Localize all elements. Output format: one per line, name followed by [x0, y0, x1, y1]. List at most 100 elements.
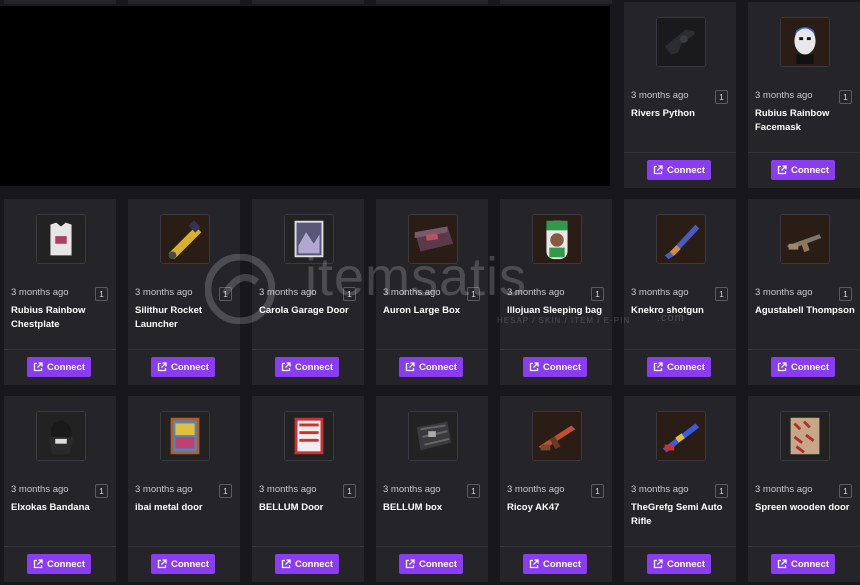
connect-button-label: Connect	[543, 558, 581, 570]
item-name: Knekro shotgun	[631, 305, 704, 316]
card-edge	[4, 0, 116, 4]
item-thumbnail	[532, 214, 582, 264]
connect-button[interactable]: Connect	[771, 554, 835, 574]
connect-button[interactable]: Connect	[647, 357, 711, 377]
card-divider	[4, 349, 116, 350]
item-thumbnail	[36, 214, 86, 264]
item-quantity-badge: 1	[839, 287, 852, 301]
connect-button[interactable]: Connect	[151, 554, 215, 574]
external-link-icon	[405, 362, 415, 372]
external-link-icon	[33, 559, 43, 569]
connect-button-label: Connect	[667, 558, 705, 570]
card-divider	[748, 546, 860, 547]
item-time: 3 months ago	[507, 287, 565, 298]
card-edge	[500, 0, 612, 4]
connect-button[interactable]: Connect	[275, 554, 339, 574]
item-name: Illojuan Sleeping bag	[507, 305, 603, 316]
connect-button-label: Connect	[791, 164, 829, 176]
metal-door-icon	[161, 412, 209, 460]
item-thumbnail	[284, 214, 334, 264]
card-divider	[500, 349, 612, 350]
item-time: 3 months ago	[755, 90, 813, 101]
card-edge	[252, 0, 364, 4]
item-time: 3 months ago	[259, 484, 317, 495]
connect-button[interactable]: Connect	[151, 357, 215, 377]
item-card: 3 months ago 1 ibai metal door Connect	[128, 396, 240, 582]
black-overlay	[0, 6, 610, 186]
external-link-icon	[777, 165, 787, 175]
external-link-icon	[405, 559, 415, 569]
connect-button[interactable]: Connect	[771, 357, 835, 377]
item-thumbnail	[408, 411, 458, 461]
item-quantity-badge: 1	[95, 484, 108, 498]
item-card: 3 months ago 1 Agustabell Thompson Conne…	[748, 199, 860, 385]
connect-button[interactable]: Connect	[523, 357, 587, 377]
item-time: 3 months ago	[135, 287, 193, 298]
item-name: TheGrefg Semi Auto Rifle	[631, 502, 723, 527]
item-time: 3 months ago	[631, 90, 689, 101]
card-divider	[748, 349, 860, 350]
card-divider	[4, 546, 116, 547]
connect-button-label: Connect	[667, 361, 705, 373]
item-quantity-badge: 1	[219, 484, 232, 498]
item-quantity-badge: 1	[95, 287, 108, 301]
item-card: 3 months ago 1 Auron Large Box Connect	[376, 199, 488, 385]
item-card: 3 months ago 1 Rivers Python Connect	[624, 2, 736, 188]
external-link-icon	[653, 559, 663, 569]
item-quantity-badge: 1	[839, 484, 852, 498]
external-link-icon	[33, 362, 43, 372]
semi-auto-rifle-icon	[657, 412, 705, 460]
item-name: BELLUM Door	[259, 502, 324, 513]
item-name: Spreen wooden door	[755, 502, 850, 513]
item-name: Elxokas Bandana	[11, 502, 90, 513]
item-thumbnail	[656, 17, 706, 67]
card-divider	[376, 349, 488, 350]
item-time: 3 months ago	[135, 484, 193, 495]
connect-button[interactable]: Connect	[399, 554, 463, 574]
card-divider	[624, 349, 736, 350]
item-time: 3 months ago	[383, 484, 441, 495]
item-thumbnail	[656, 411, 706, 461]
external-link-icon	[653, 362, 663, 372]
item-name: Rivers Python	[631, 108, 695, 119]
item-name: Silithur Rocket Launcher	[135, 305, 203, 330]
connect-button[interactable]: Connect	[647, 554, 711, 574]
box-icon	[409, 412, 457, 460]
item-quantity-badge: 1	[343, 287, 356, 301]
garage-door-icon	[285, 215, 333, 263]
bandana-icon	[37, 412, 85, 460]
item-thumbnail	[656, 214, 706, 264]
card-divider	[500, 546, 612, 547]
item-quantity-badge: 1	[591, 484, 604, 498]
connect-button[interactable]: Connect	[275, 357, 339, 377]
item-card: 3 months ago 1 BELLUM Door Connect	[252, 396, 364, 582]
card-divider	[128, 546, 240, 547]
connect-button[interactable]: Connect	[399, 357, 463, 377]
external-link-icon	[529, 362, 539, 372]
external-link-icon	[529, 559, 539, 569]
item-thumbnail	[284, 411, 334, 461]
item-time: 3 months ago	[11, 484, 69, 495]
card-divider	[624, 546, 736, 547]
item-card: 3 months ago 1 Spreen wooden door Connec…	[748, 396, 860, 582]
item-quantity-badge: 1	[591, 287, 604, 301]
item-quantity-badge: 1	[715, 287, 728, 301]
item-time: 3 months ago	[259, 287, 317, 298]
connect-button-label: Connect	[791, 558, 829, 570]
connect-button[interactable]: Connect	[647, 160, 711, 180]
connect-button[interactable]: Connect	[27, 554, 91, 574]
item-time: 3 months ago	[755, 484, 813, 495]
item-card: 3 months ago 1 Knekro shotgun Connect	[624, 199, 736, 385]
connect-button[interactable]: Connect	[771, 160, 835, 180]
item-thumbnail	[780, 17, 830, 67]
connect-button[interactable]: Connect	[27, 357, 91, 377]
item-card: 3 months ago 1 Rubius Rainbow Chestplate…	[4, 199, 116, 385]
connect-button-label: Connect	[667, 164, 705, 176]
revolver-icon	[657, 18, 705, 66]
card-edge	[128, 0, 240, 4]
item-name: ibai metal door	[135, 502, 203, 513]
item-name: Auron Large Box	[383, 305, 461, 316]
item-card: 3 months ago 1 Carola Garage Door Connec…	[252, 199, 364, 385]
item-name: Agustabell Thompson	[755, 305, 855, 316]
connect-button[interactable]: Connect	[523, 554, 587, 574]
